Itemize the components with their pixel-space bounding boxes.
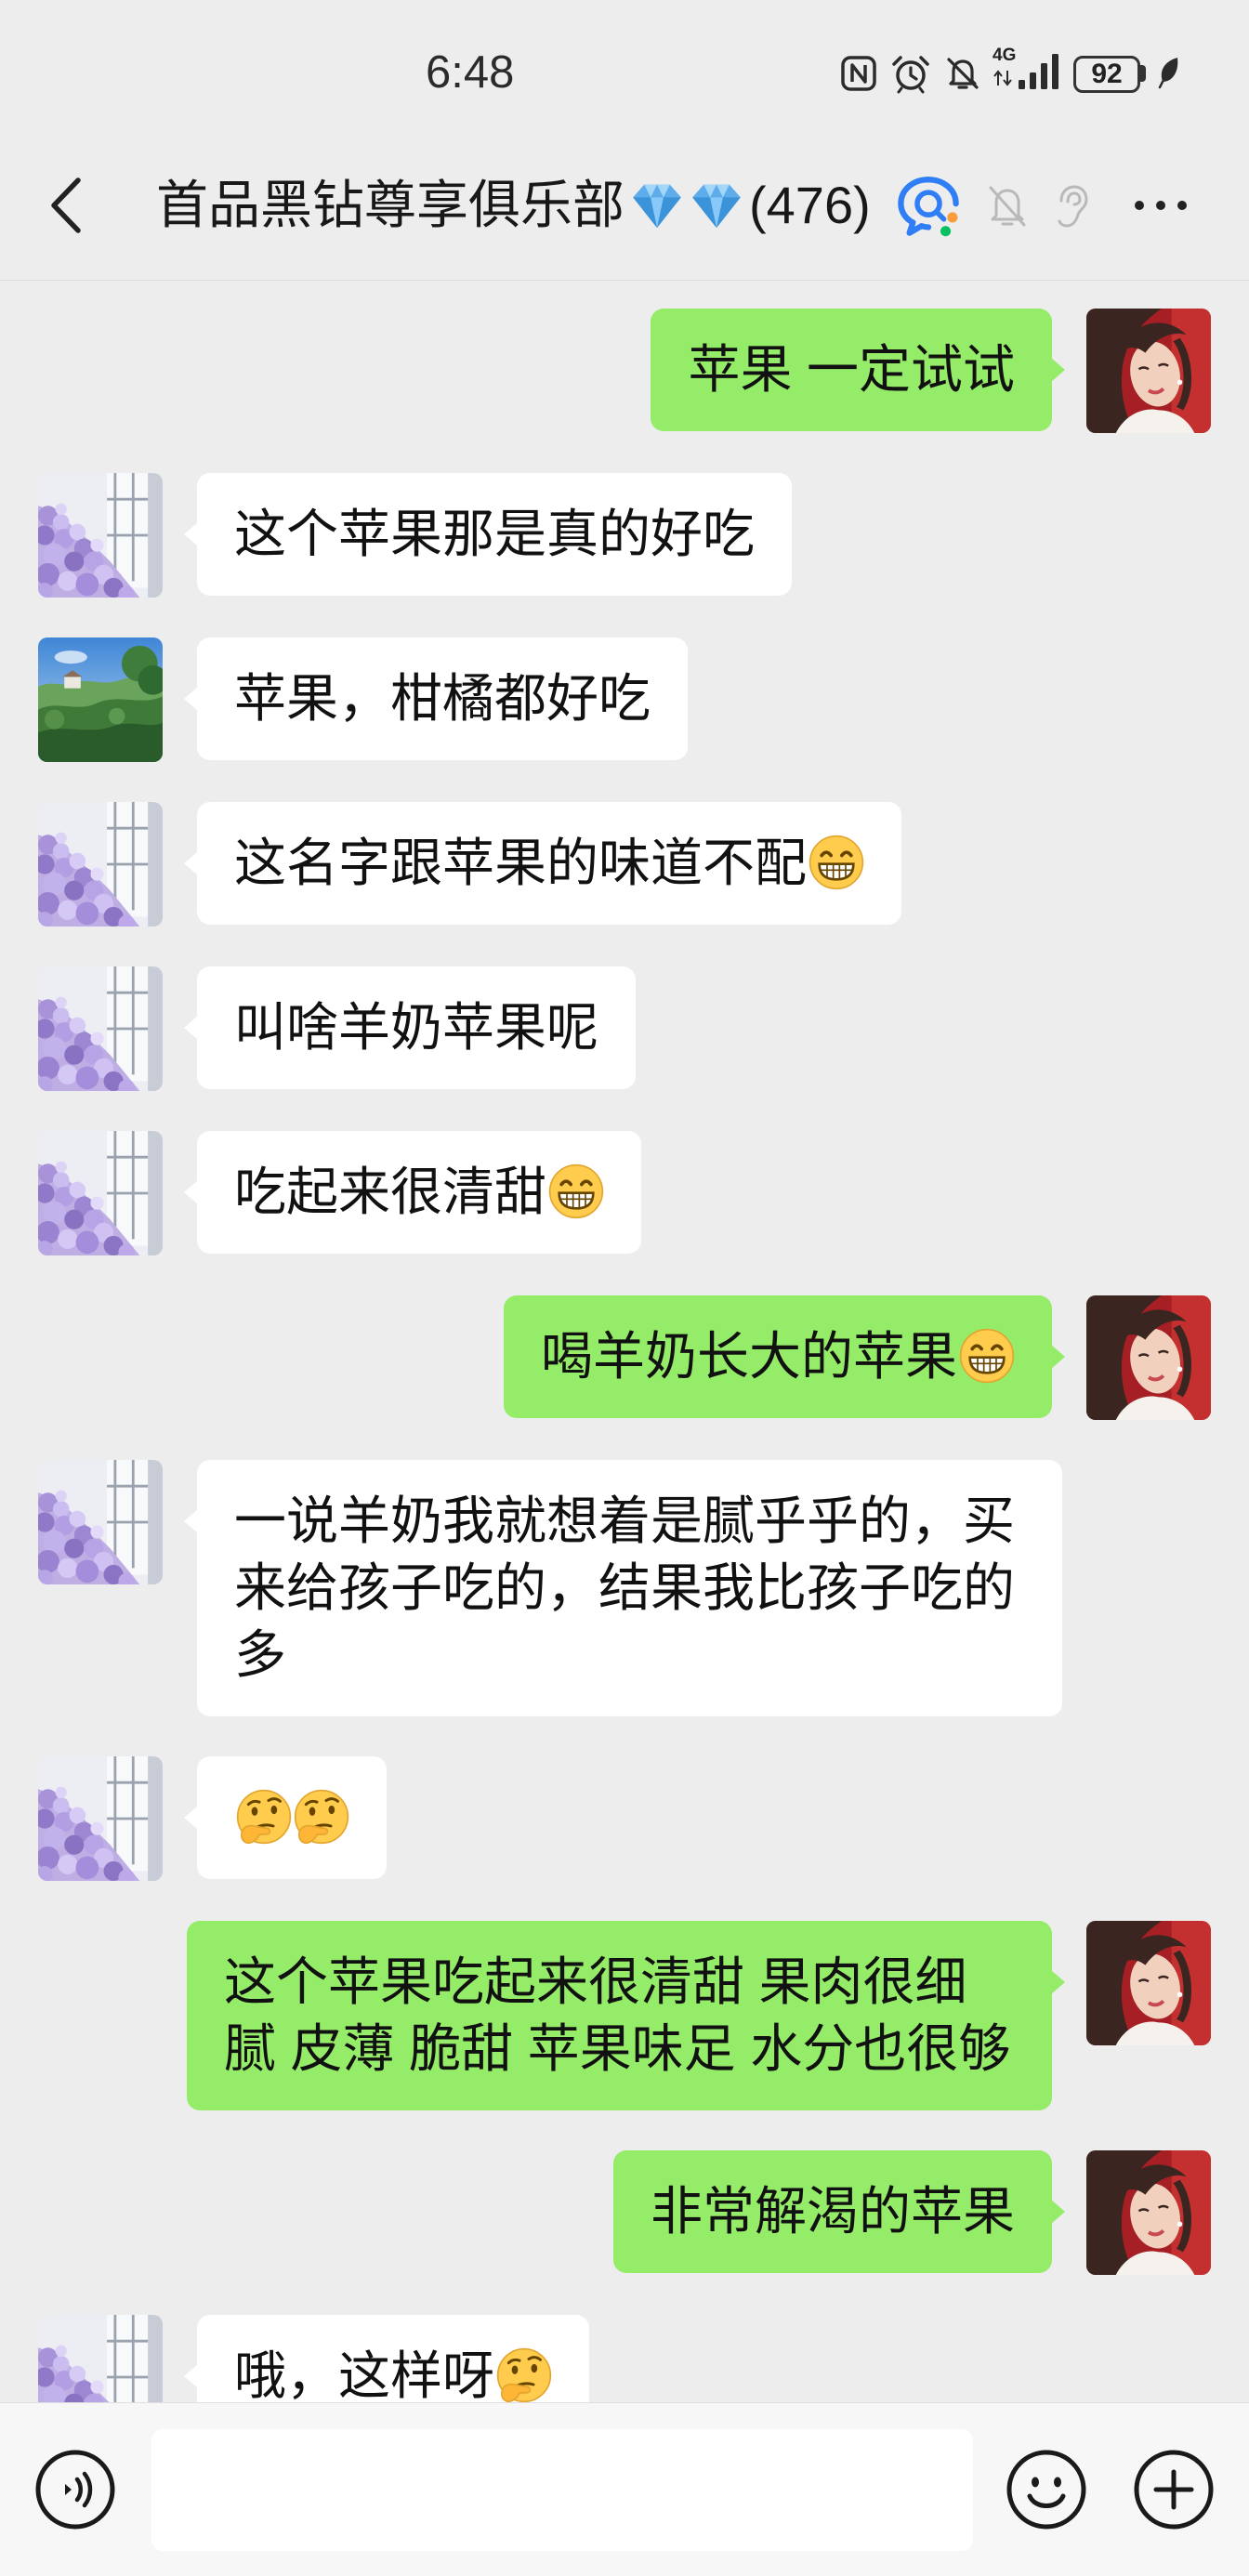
back-icon[interactable] bbox=[46, 177, 87, 234]
grinning-face-icon bbox=[809, 835, 864, 890]
chat-search-icon[interactable] bbox=[894, 171, 963, 240]
network-type: 4G bbox=[993, 46, 1017, 65]
message-row: 哦，这样呀 bbox=[0, 2315, 1249, 2402]
member-avatar[interactable] bbox=[38, 802, 163, 927]
message-row: 一说羊奶我就想着是腻乎乎的，买来给孩子吃的，结果我比孩子吃的多 bbox=[0, 1460, 1249, 1716]
battery-icon: 92 bbox=[1073, 56, 1140, 93]
my-avatar[interactable] bbox=[1086, 1921, 1211, 2045]
message-text: 这个苹果那是真的好吃 bbox=[234, 505, 755, 563]
member-avatar[interactable] bbox=[38, 1756, 163, 1881]
member-avatar[interactable] bbox=[38, 637, 163, 762]
message-row: 吃起来很清甜 bbox=[0, 1131, 1249, 1255]
chat-header: 首品黑钻尊享俱乐部 (476) bbox=[0, 139, 1249, 281]
message-text: 叫啥羊奶苹果呢 bbox=[234, 998, 598, 1057]
message-bubble[interactable]: 苹果，柑橘都好吃 bbox=[184, 637, 688, 760]
my-avatar[interactable] bbox=[1086, 2150, 1211, 2275]
chat-title[interactable]: 首品黑钻尊享俱乐部 (476) bbox=[156, 173, 871, 238]
my-avatar[interactable] bbox=[1086, 1295, 1211, 1420]
message-bubble[interactable]: 这名字跟苹果的味道不配 bbox=[184, 802, 901, 925]
message-row: 非常解渴的苹果 bbox=[0, 2150, 1249, 2275]
thinking-face-icon bbox=[294, 1789, 349, 1845]
message-bubble[interactable]: 喝羊奶长大的苹果 bbox=[504, 1295, 1065, 1418]
battery-nub bbox=[1140, 65, 1146, 82]
leaf-icon bbox=[1158, 58, 1178, 89]
nfc-icon bbox=[841, 56, 876, 91]
ear-icon bbox=[1058, 185, 1088, 228]
message-row bbox=[0, 1756, 1249, 1881]
grinning-face-icon bbox=[548, 1163, 604, 1219]
title-emoji-group bbox=[628, 177, 747, 234]
message-text: 苹果 一定试试 bbox=[688, 340, 1015, 399]
thinking-face-icon bbox=[236, 1789, 292, 1845]
message-row: 叫啥羊奶苹果呢 bbox=[0, 966, 1249, 1091]
message-row: 喝羊奶长大的苹果 bbox=[0, 1295, 1249, 1420]
message-row: 这个苹果那是真的好吃 bbox=[0, 473, 1249, 598]
message-text: 一说羊奶我就想着是腻乎乎的，买来给孩子吃的，结果我比孩子吃的多 bbox=[234, 1492, 1015, 1684]
clock: 6:48 bbox=[426, 47, 515, 98]
message-input[interactable] bbox=[151, 2429, 973, 2551]
message-text: 这个苹果吃起来很清甜 果肉很细腻 皮薄 脆甜 苹果味足 水分也很够 bbox=[224, 1952, 1011, 2078]
thinking-face-icon bbox=[496, 2347, 552, 2402]
message-bubble[interactable]: 这个苹果吃起来很清甜 果肉很细腻 皮薄 脆甜 苹果味足 水分也很够 bbox=[187, 1921, 1065, 2110]
message-list[interactable]: 苹果 一定试试这个苹果那是真的好吃 苹果，柑橘都好吃这名字跟苹果的味道不配 叫啥羊奶… bbox=[0, 281, 1249, 2402]
member-avatar[interactable] bbox=[38, 2315, 163, 2402]
signal-icon bbox=[1019, 54, 1058, 89]
my-avatar[interactable] bbox=[1086, 309, 1211, 433]
composer-bar bbox=[0, 2402, 1249, 2576]
message-row: 这个苹果吃起来很清甜 果肉很细腻 皮薄 脆甜 苹果味足 水分也很够 bbox=[0, 1921, 1249, 2110]
message-row: 这名字跟苹果的味道不配 bbox=[0, 802, 1249, 927]
message-bubble[interactable]: 一说羊奶我就想着是腻乎乎的，买来给孩子吃的，结果我比孩子吃的多 bbox=[184, 1460, 1062, 1716]
member-avatar[interactable] bbox=[38, 473, 163, 598]
message-row: 苹果 一定试试 bbox=[0, 309, 1249, 433]
message-bubble[interactable]: 叫啥羊奶苹果呢 bbox=[184, 966, 636, 1089]
data-activity-icon bbox=[993, 70, 1012, 86]
notifications-off-icon bbox=[947, 58, 979, 89]
battery-level: 92 bbox=[1091, 59, 1123, 89]
message-text: 苹果，柑橘都好吃 bbox=[234, 669, 651, 728]
message-bubble[interactable] bbox=[184, 1756, 387, 1879]
voice-icon[interactable] bbox=[33, 2448, 117, 2531]
message-text: 非常解渴的苹果 bbox=[651, 2182, 1015, 2241]
message-text: 喝羊奶长大的苹果 bbox=[541, 1327, 957, 1386]
message-bubble[interactable]: 这个苹果那是真的好吃 bbox=[184, 473, 792, 596]
message-bubble[interactable]: 苹果 一定试试 bbox=[651, 309, 1065, 431]
mute-icon bbox=[989, 186, 1026, 227]
message-bubble[interactable]: 哦，这样呀 bbox=[184, 2315, 589, 2402]
member-avatar[interactable] bbox=[38, 1460, 163, 1584]
member-count: (476) bbox=[749, 176, 871, 234]
message-text: 哦，这样呀 bbox=[234, 2346, 494, 2402]
gem-stone-icon bbox=[628, 177, 686, 234]
member-avatar[interactable] bbox=[38, 1131, 163, 1255]
group-name: 首品黑钻尊享俱乐部 bbox=[156, 176, 624, 234]
message-bubble[interactable]: 吃起来很清甜 bbox=[184, 1131, 641, 1254]
plus-icon[interactable] bbox=[1132, 2448, 1216, 2531]
status-bar: 6:48 4G 92 bbox=[0, 0, 1249, 139]
member-avatar[interactable] bbox=[38, 966, 163, 1091]
message-text: 这名字跟苹果的味道不配 bbox=[234, 834, 807, 892]
more-icon[interactable] bbox=[1132, 192, 1190, 218]
emoji-icon[interactable] bbox=[1005, 2448, 1088, 2531]
message-bubble[interactable]: 非常解渴的苹果 bbox=[613, 2150, 1065, 2273]
message-text: 吃起来很清甜 bbox=[234, 1163, 546, 1221]
gem-stone-icon bbox=[688, 177, 745, 234]
message-row: 苹果，柑橘都好吃 bbox=[0, 637, 1249, 762]
alarm-icon bbox=[892, 56, 929, 94]
grinning-face-icon bbox=[959, 1328, 1015, 1384]
